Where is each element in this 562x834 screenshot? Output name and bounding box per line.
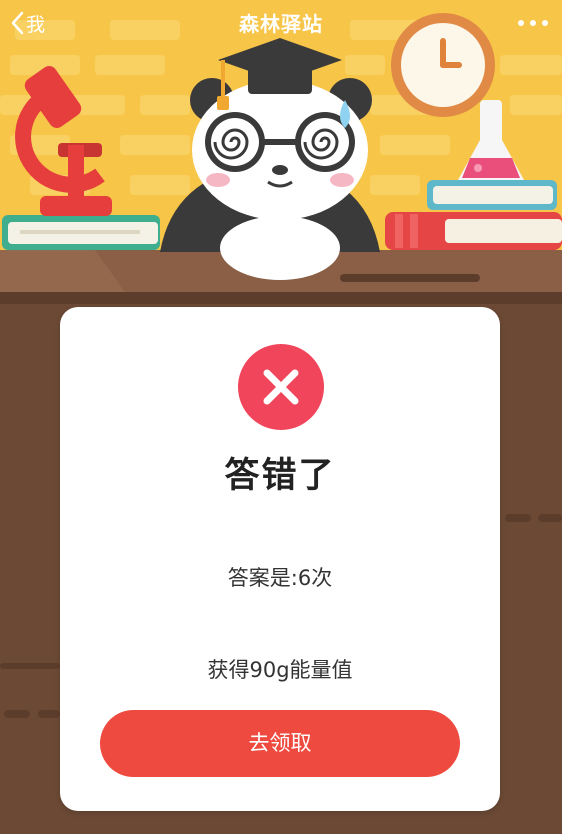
more-options-icon[interactable]: [516, 12, 550, 34]
close-icon: [263, 369, 299, 405]
result-dialog: 答错了 答案是:6次 获得90g能量值 去领取: [60, 307, 500, 811]
page-title: 森林驿站: [239, 12, 323, 36]
reward-text: 获得90g能量值: [207, 658, 353, 682]
claim-button[interactable]: 去领取: [100, 710, 460, 777]
correct-answer-text: 答案是:6次: [227, 566, 333, 590]
top-nav-bar: 我 森林驿站: [0, 0, 562, 46]
error-badge: [238, 344, 324, 430]
result-title: 答错了: [224, 456, 336, 496]
